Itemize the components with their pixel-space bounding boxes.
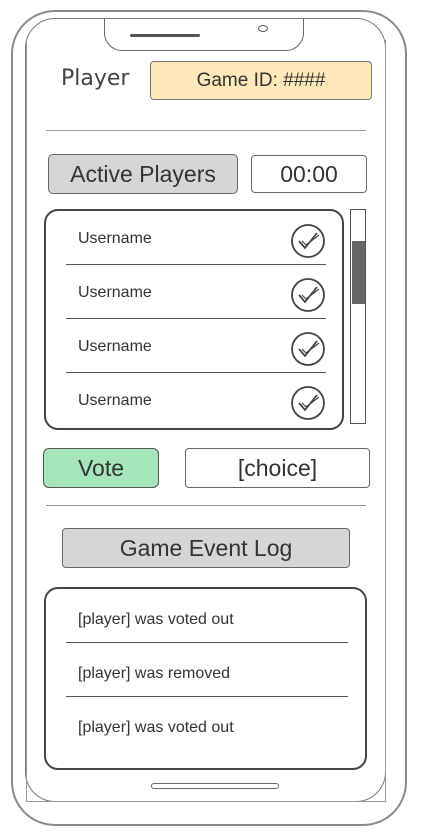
player-username: Username: [78, 392, 152, 409]
player-label: Player: [61, 66, 130, 91]
speaker-icon: [130, 34, 200, 37]
player-row[interactable]: Username: [66, 265, 326, 319]
vote-divider: [46, 505, 366, 506]
check-icon[interactable]: [290, 331, 326, 367]
event-log-list: [player] was voted out [player] was remo…: [44, 587, 367, 770]
event-log-entry: [player] was voted out: [66, 697, 348, 751]
player-row[interactable]: Username: [66, 319, 326, 373]
scrollbar-thumb[interactable]: [352, 241, 365, 304]
header-divider: [46, 130, 366, 131]
game-event-log-header[interactable]: Game Event Log: [62, 528, 350, 568]
player-username: Username: [78, 284, 152, 301]
check-icon[interactable]: [290, 223, 326, 259]
event-log-text: [player] was removed: [78, 665, 231, 682]
choice-field[interactable]: [choice]: [185, 448, 370, 488]
check-icon[interactable]: [290, 277, 326, 313]
player-username: Username: [78, 338, 152, 355]
event-log-text: [player] was voted out: [78, 719, 234, 736]
game-id-badge: Game ID: ####: [150, 61, 372, 100]
player-list-scrollbar[interactable]: [350, 209, 366, 424]
active-players-button[interactable]: Active Players: [48, 154, 238, 194]
timer-display: 00:00: [251, 155, 367, 193]
event-log-entry: [player] was voted out: [66, 589, 348, 643]
player-username: Username: [78, 230, 152, 247]
phone-notch: [104, 19, 304, 51]
check-icon[interactable]: [290, 385, 326, 421]
home-indicator[interactable]: [151, 783, 279, 789]
camera-icon: [258, 25, 268, 32]
event-log-text: [player] was voted out: [78, 611, 234, 628]
player-row[interactable]: Username: [66, 373, 326, 427]
player-list: Username Username Username Username: [44, 209, 344, 430]
vote-button[interactable]: Vote: [43, 448, 159, 488]
player-row[interactable]: Username: [66, 211, 326, 265]
event-log-entry: [player] was removed: [66, 643, 348, 697]
